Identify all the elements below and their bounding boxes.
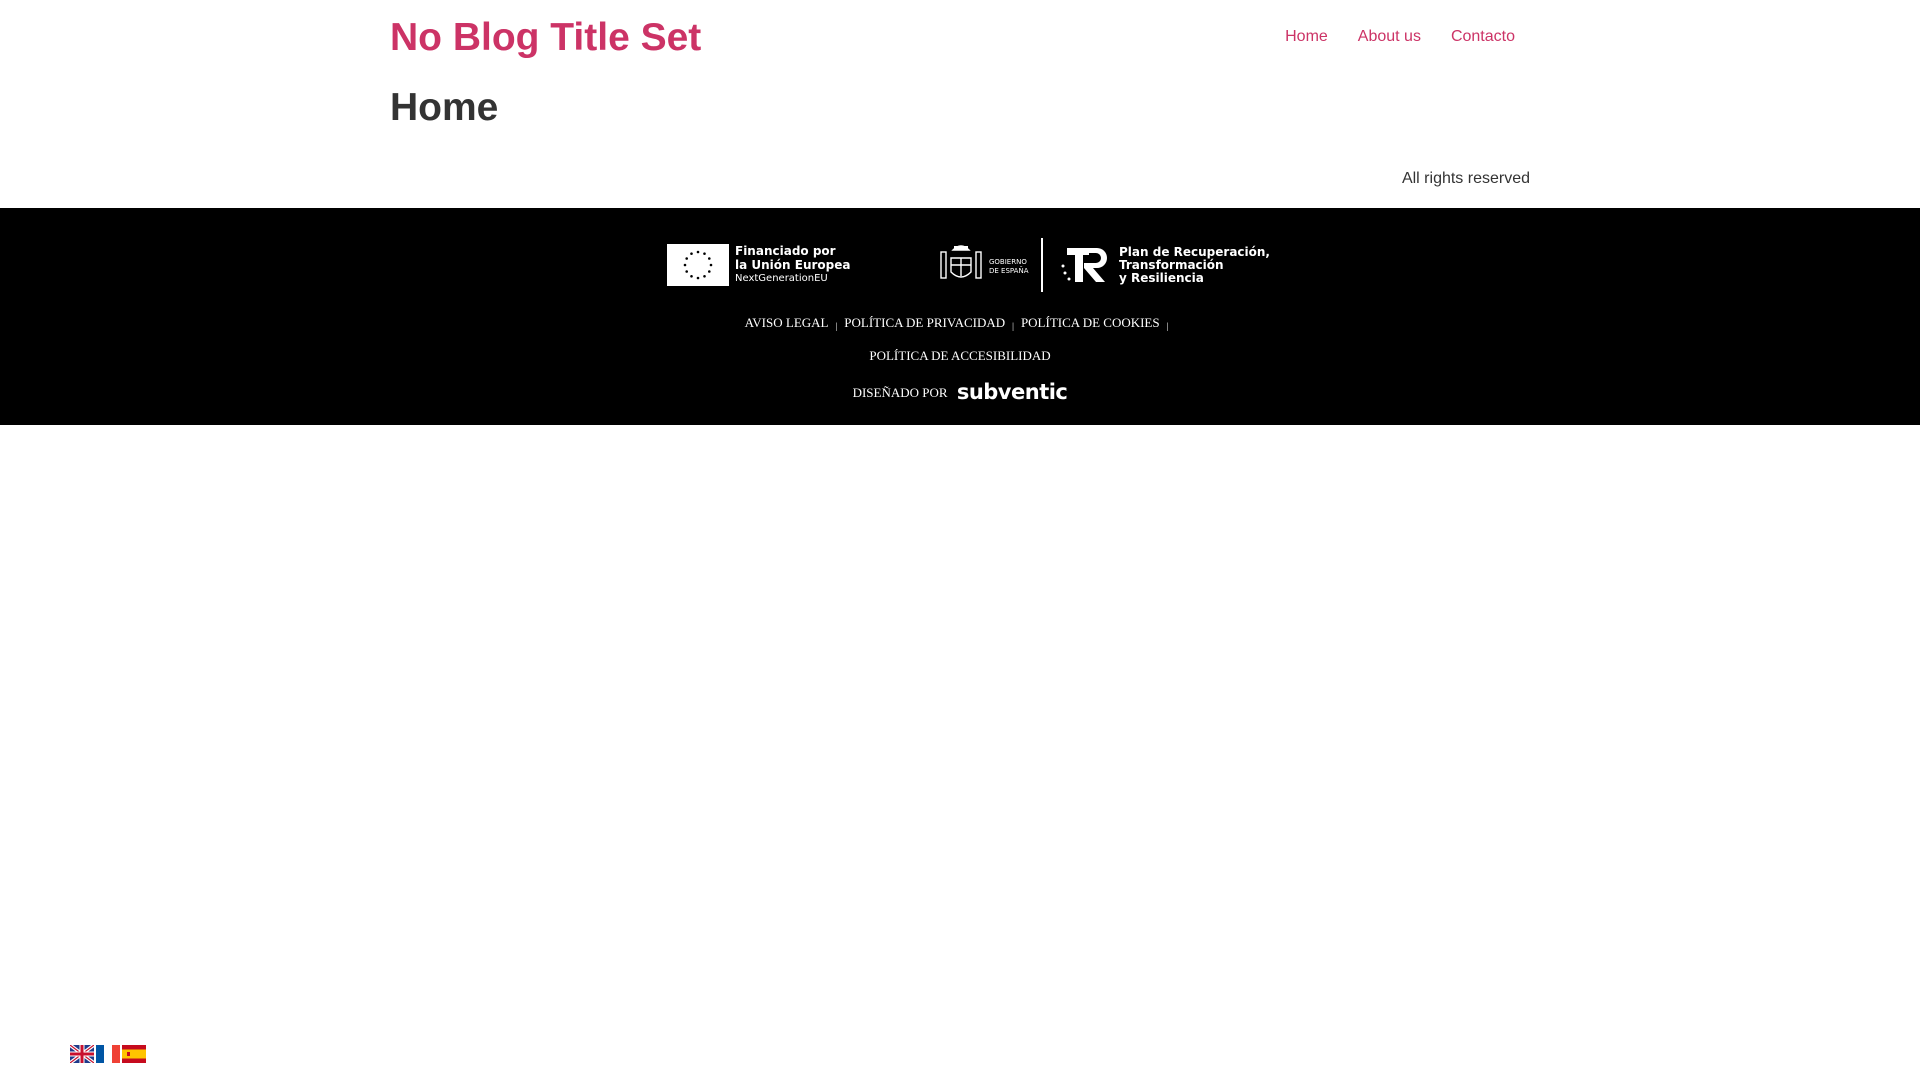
- eu-flag-icon: [667, 244, 729, 286]
- main-nav: Home About us Contacto: [1285, 28, 1515, 46]
- spanish-flag-icon[interactable]: [122, 1045, 146, 1063]
- link-separator: |: [1166, 321, 1169, 331]
- funding-logos: Financiado por la Unión Europea NextGene…: [667, 230, 1270, 292]
- prtr-mark-icon: [1061, 248, 1107, 282]
- coat-of-arms-icon: [940, 245, 982, 279]
- prtr-logo: Plan de Recuperación, Transformación y R…: [1059, 242, 1270, 292]
- eu-funding-text: Financiado por la Unión Europea NextGene…: [735, 244, 850, 286]
- english-flag-icon[interactable]: [70, 1045, 94, 1063]
- rights-text: All rights reserved: [1401, 170, 1530, 187]
- legal-links: AVISO LEGAL | POLÍTICA DE PRIVACIDAD | POLÍT…: [0, 308, 1920, 371]
- eu-line-2: la Unión Europea: [735, 258, 851, 272]
- subventic-logo-link[interactable]: subventic: [957, 380, 1068, 404]
- language-switcher: [70, 1045, 146, 1063]
- gobierno-text: GOBIERNO DE ESPAÑA: [989, 258, 1029, 276]
- site-header: No Blog Title Set Home About us Contacto: [390, 0, 1530, 80]
- prtr-text: Plan de Recuperación, Transformación y R…: [1119, 246, 1270, 285]
- page: No Blog Title Set Home About us Contacto…: [0, 0, 1920, 1080]
- page-title: Home: [390, 86, 499, 129]
- prtr-line-3: y Resiliencia: [1119, 271, 1204, 285]
- gobierno-logo: GOBIERNO DE ESPAÑA: [937, 240, 1037, 290]
- french-flag-icon[interactable]: [96, 1045, 120, 1063]
- link-separator: |: [835, 321, 838, 331]
- nav-item-home[interactable]: Home: [1285, 28, 1328, 46]
- nav-item-contacto[interactable]: Contacto: [1451, 28, 1515, 46]
- privacidad-link[interactable]: POLÍTICA DE PRIVACIDAD: [844, 315, 1005, 330]
- site-title-link[interactable]: No Blog Title Set: [390, 16, 701, 60]
- eu-line-3: NextGenerationEU: [735, 273, 828, 284]
- designed-by-label: DISEÑADO POR: [852, 385, 948, 400]
- eu-line-1: Financiado por: [735, 244, 836, 258]
- cookies-link[interactable]: POLÍTICA DE COOKIES: [1021, 315, 1160, 330]
- accesibilidad-link[interactable]: POLÍTICA DE ACCESIBILIDAD: [869, 348, 1050, 363]
- gov-line-1: GOBIERNO: [989, 258, 1027, 266]
- nav-item-about-us[interactable]: About us: [1358, 28, 1421, 46]
- designed-by: DISEÑADO POR subventic: [0, 380, 1920, 404]
- aviso-legal-link[interactable]: AVISO LEGAL: [745, 315, 829, 330]
- gov-line-2: DE ESPAÑA: [989, 267, 1029, 275]
- logo-divider: [1041, 238, 1043, 292]
- link-separator: |: [1012, 321, 1014, 331]
- site-footer: Financiado por la Unión Europea NextGene…: [0, 208, 1920, 425]
